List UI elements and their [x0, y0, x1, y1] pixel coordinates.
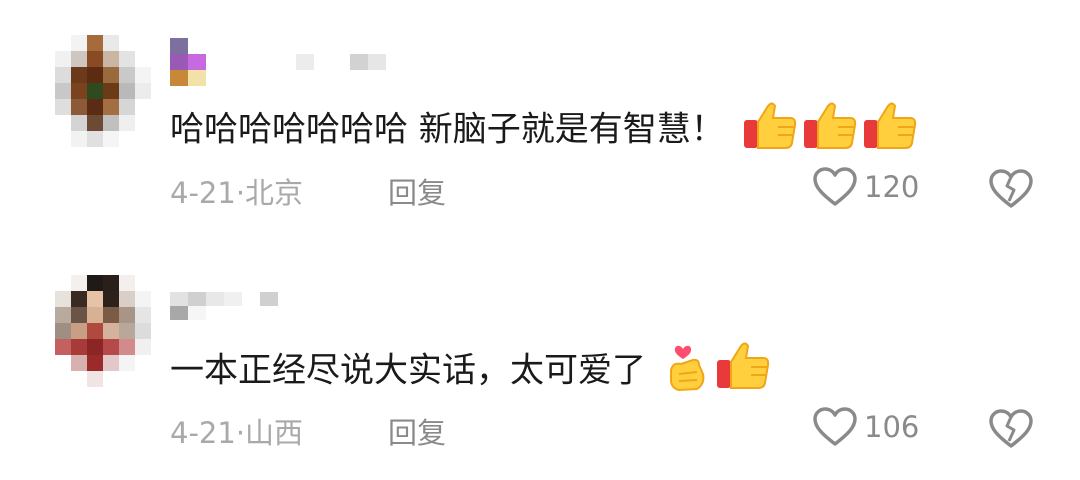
avatar[interactable] — [55, 35, 151, 147]
meta-separator: · — [235, 416, 246, 450]
heart-icon — [813, 407, 857, 446]
comment-text-row: 哈哈哈哈哈哈哈 新脑子就是有智慧！ — [170, 100, 918, 152]
heart-icon — [813, 167, 857, 206]
thumbs-up-icon — [743, 102, 796, 149]
finger-heart-icon — [669, 345, 705, 392]
comment-item: 一本正经尽说大实话，太可爱了 4-21·山西 回复 106 — [0, 240, 1080, 480]
comment-text-row: 一本正经尽说大实话，太可爱了 — [170, 340, 771, 394]
comment-location: 北京 — [245, 176, 304, 210]
thumbs-up-icon — [716, 342, 769, 389]
avatar[interactable] — [55, 275, 151, 387]
comment-location: 山西 — [245, 416, 304, 450]
meta-separator: · — [235, 176, 246, 210]
comment-text: 一本正经尽说大实话，太可爱了 — [170, 350, 646, 391]
comment-meta: 4-21·山西 — [170, 410, 303, 452]
dislike-button[interactable] — [988, 408, 1034, 454]
like-count: 120 — [864, 170, 920, 204]
like-button[interactable]: 120 — [812, 166, 919, 208]
thumbs-up-icon — [863, 102, 916, 149]
dislike-button[interactable] — [988, 168, 1034, 214]
reply-button[interactable]: 回复 — [388, 410, 446, 452]
broken-heart-icon — [989, 409, 1033, 448]
comment-text: 哈哈哈哈哈哈哈 新脑子就是有智慧！ — [170, 109, 725, 150]
comment-date: 4-21 — [170, 416, 236, 450]
like-button[interactable]: 106 — [812, 406, 919, 448]
thumbs-up-icon — [803, 102, 856, 149]
comment-meta: 4-21·北京 — [170, 170, 303, 212]
comment-item: 哈哈哈哈哈哈哈 新脑子就是有智慧！ 4-21·北京 回复 120 — [0, 0, 1080, 240]
comment-date: 4-21 — [170, 176, 236, 210]
reply-button[interactable]: 回复 — [388, 170, 446, 212]
username-blurred[interactable] — [170, 292, 278, 320]
username-blurred[interactable] — [170, 38, 422, 86]
broken-heart-icon — [989, 169, 1033, 208]
like-count: 106 — [864, 410, 920, 444]
